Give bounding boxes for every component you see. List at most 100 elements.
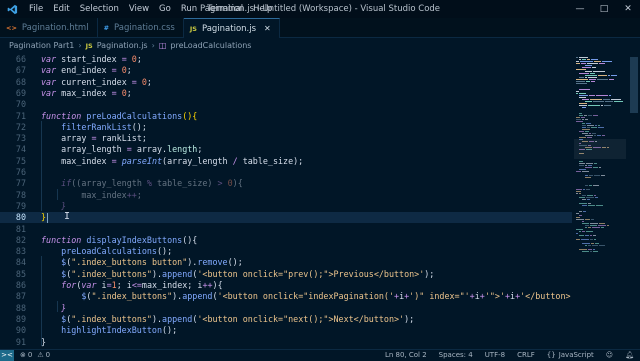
minimap-line [585, 165, 587, 166]
code-line[interactable]: 77 if((array_length % table_size) > 0){ [0, 178, 572, 189]
close-tab-icon[interactable]: ✕ [264, 24, 271, 33]
minimap-line [591, 81, 595, 82]
minimap-line [579, 235, 584, 236]
minimap[interactable] [574, 53, 626, 349]
code-token: var [41, 87, 57, 98]
menu-item-file[interactable]: File [24, 4, 48, 14]
minimap-line [579, 89, 590, 90]
tab-pagination-css[interactable]: # Pagination.css [98, 18, 184, 38]
code-token: () [182, 110, 193, 121]
encoding[interactable]: UTF-8 [485, 351, 505, 359]
code-line[interactable]: 90 highlightIndexButton(); [0, 325, 572, 336]
menu-item-help[interactable]: Help [248, 4, 277, 14]
code-token: '<button onclick="indexPagination(' [217, 291, 395, 302]
problems-indicator[interactable]: ⊗ 0 ⚠ 0 [20, 351, 50, 359]
code-line[interactable]: 84 $(".index_buttons button").remove(); [0, 257, 572, 268]
code-line[interactable]: 85 $(".index_buttons").append('<button o… [0, 269, 572, 280]
line-ending[interactable]: CRLF [517, 351, 535, 359]
minimize-icon[interactable]: — [568, 0, 592, 18]
minimap-line [593, 115, 598, 116]
minimap-line [589, 185, 592, 186]
menu-item-terminal[interactable]: Terminal [202, 4, 248, 14]
code-editor[interactable]: 66 var start_index = 0; 67 var end_index = … [0, 53, 572, 349]
code-line[interactable]: 76 [0, 167, 572, 178]
tab-pagination-js[interactable]: JS Pagination.js ✕ [183, 18, 280, 38]
cursor-position[interactable]: Ln 80, Col 2 [385, 351, 427, 359]
code-line[interactable]: 83 preLoadCalculations(); [0, 246, 572, 257]
menu-item-edit[interactable]: Edit [48, 4, 74, 14]
code-token: append [162, 313, 193, 324]
maximize-icon[interactable]: □ [592, 0, 616, 18]
code-line[interactable]: 78 max_index++; [0, 190, 572, 201]
line-code: for(var i=1; i<=max_index; i++){ [41, 280, 222, 291]
breadcrumb-folder[interactable]: Pagination Part1 [9, 41, 74, 50]
code-line[interactable]: 68 var current_index = 0; [0, 77, 572, 88]
breadcrumb-file[interactable]: Pagination.js [97, 41, 148, 50]
notifications-bell-icon[interactable]: 🔔︎ [625, 351, 634, 359]
code-line[interactable]: 80} [0, 212, 572, 224]
line-number: 83 [15, 246, 26, 257]
menu-item-view[interactable]: View [124, 4, 154, 14]
breadcrumb-symbol[interactable]: preLoadCalculations [170, 41, 251, 50]
code-line[interactable]: 86 for(var i=1; i<=max_index; i++){ [0, 280, 572, 291]
minimap-viewport[interactable] [574, 139, 626, 159]
tab-pagination-html[interactable]: <> Pagination.html [0, 18, 98, 38]
code-line[interactable]: 66 var start_index = 0; [0, 54, 572, 65]
minimap-line [587, 199, 590, 200]
code-line[interactable]: 79 } [0, 201, 572, 212]
menu-item-selection[interactable]: Selection [75, 4, 124, 14]
minimap-line [576, 69, 586, 70]
code-line[interactable]: 82 function displayIndexButtons(){ [0, 235, 572, 246]
code-token: function [41, 110, 82, 121]
warning-count: 0 [45, 351, 51, 359]
close-window-icon[interactable]: ✕ [616, 0, 640, 18]
menu-item-go[interactable]: Go [154, 4, 176, 14]
vertical-scrollbar[interactable] [628, 53, 640, 349]
minimap-line [585, 219, 590, 220]
line-code: $(".index_buttons").append('<button oncl… [41, 269, 434, 280]
remote-icon[interactable]: >< [0, 349, 14, 361]
menu-item-run[interactable]: Run [176, 4, 202, 14]
code-token: ){ [232, 178, 243, 189]
minimap-line [576, 117, 580, 118]
minimap-line [582, 223, 589, 224]
code-line[interactable]: 67 var end_index = 0; [0, 65, 572, 76]
indentation[interactable]: Spaces: 4 [439, 351, 473, 359]
minimap-line [598, 75, 607, 76]
minimap-line [614, 101, 623, 102]
code-line[interactable]: 69 var max_index = 0; [0, 88, 572, 99]
code-line[interactable]: 71 function preLoadCalculations(){ [0, 111, 572, 122]
minimap-line [582, 251, 589, 252]
code-line[interactable]: 81 [0, 224, 572, 235]
line-number: 71 [15, 110, 26, 121]
minimap-line [594, 239, 596, 240]
language-mode[interactable]: {} JavaScript [547, 351, 594, 359]
code-line[interactable]: 91} [0, 337, 572, 348]
feedback-icon[interactable]: ☺ [606, 351, 613, 359]
line-number: 89 [15, 313, 26, 324]
line-number: 80 [15, 212, 26, 223]
code-line[interactable]: 88 } [0, 303, 572, 314]
code-line[interactable]: 74 array_length = array.length; [0, 144, 572, 155]
js-file-icon: JS [85, 41, 93, 50]
code-line[interactable]: 70 [0, 99, 572, 110]
line-number: 69 [15, 87, 26, 98]
code-line[interactable]: 87 $(".index_buttons").append('<button o… [0, 291, 572, 302]
line-number: 79 [15, 200, 26, 211]
code-line[interactable]: 75 max_index = parseInt(array_length / t… [0, 156, 572, 167]
minimap-line [582, 205, 587, 206]
line-number: 75 [15, 155, 26, 166]
minimap-line [590, 225, 597, 226]
code-token: preLoadCalculations [61, 246, 157, 257]
language-label: JavaScript [558, 351, 594, 359]
code-line[interactable]: 73 array = rankList; [0, 133, 572, 144]
tab-label: Pagination.html [21, 23, 89, 33]
minimap-line [579, 137, 586, 138]
code-line[interactable]: 89 $(".index_buttons").append('<button o… [0, 314, 572, 325]
code-token: ; [197, 144, 203, 155]
warning-icon: ⚠ [37, 351, 44, 359]
code-line[interactable]: 72 filterRankList(); [0, 122, 572, 133]
scrollbar-thumb[interactable] [630, 57, 638, 113]
css-file-icon: # [103, 24, 110, 32]
minimap-line [576, 171, 581, 172]
